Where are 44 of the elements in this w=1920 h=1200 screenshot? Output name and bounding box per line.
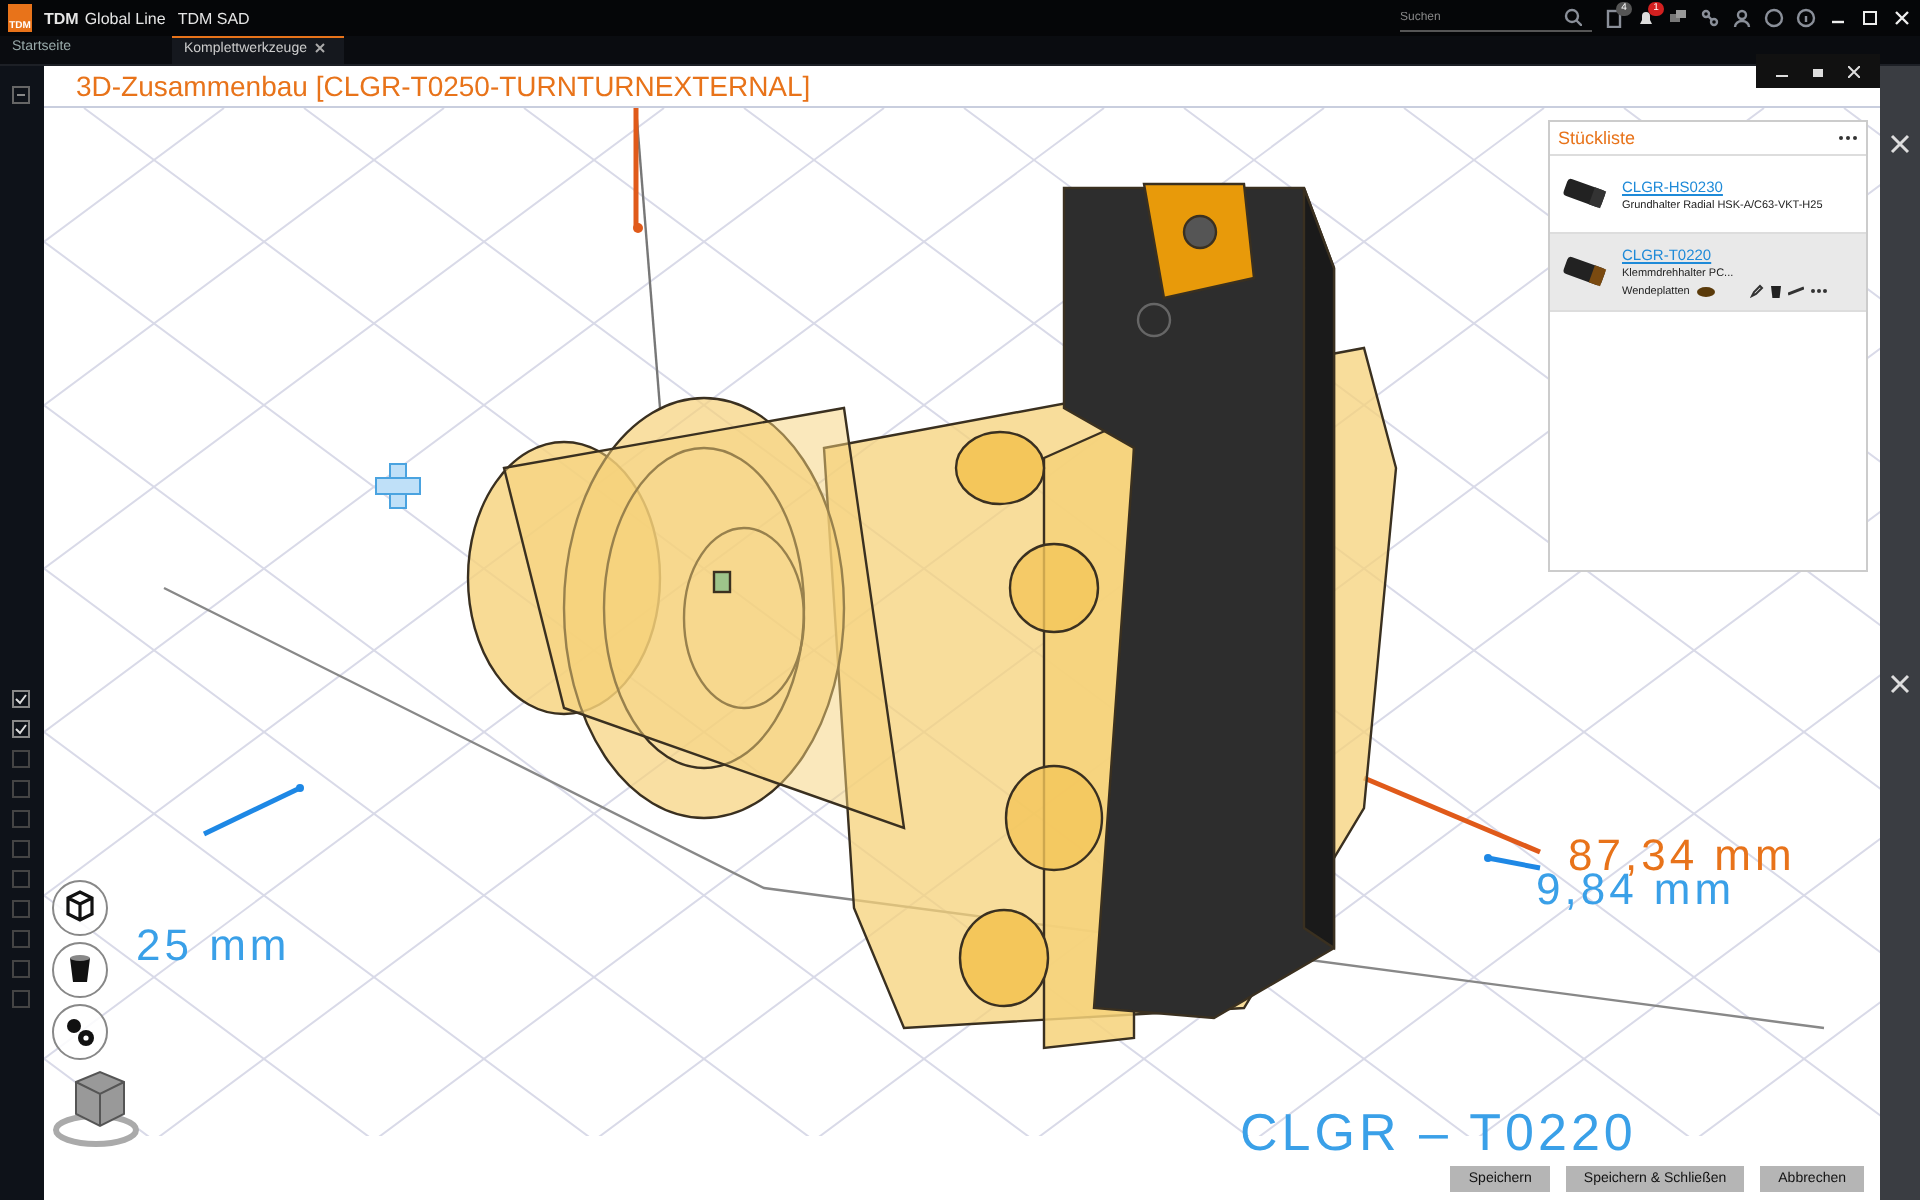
more-icon[interactable]: [1809, 288, 1828, 294]
checkbox[interactable]: [12, 780, 30, 798]
connection-icon[interactable]: [1700, 8, 1720, 28]
checkbox[interactable]: [12, 810, 30, 828]
search-icon[interactable]: [1564, 8, 1582, 26]
checkbox[interactable]: [12, 840, 30, 858]
bucket-button[interactable]: [52, 942, 108, 998]
user-icon[interactable]: [1732, 8, 1752, 28]
checkbox[interactable]: [12, 750, 30, 768]
wireframe-cube-button[interactable]: [52, 880, 108, 936]
dimension-label: 25 mm: [136, 924, 291, 968]
restore-icon[interactable]: [1812, 65, 1824, 77]
checkbox[interactable]: [12, 900, 30, 918]
bell-icon[interactable]: [1636, 8, 1656, 28]
dimension-label: 87,34 mm: [1568, 834, 1796, 878]
maximize-icon[interactable]: [1860, 8, 1880, 28]
collapse-icon[interactable]: [12, 86, 30, 104]
move-handle-icon[interactable]: [372, 460, 424, 512]
checkbox[interactable]: [12, 720, 30, 738]
more-icon[interactable]: [1838, 134, 1858, 142]
brand-name: TDM: [44, 9, 79, 27]
dimension-line: [633, 108, 643, 233]
module-name: TDM SAD: [177, 9, 250, 27]
pencil-icon[interactable]: [1749, 284, 1764, 298]
checkbox[interactable]: [12, 990, 30, 1008]
gears-button[interactable]: [52, 1004, 108, 1060]
close-icon[interactable]: [314, 42, 327, 54]
ruler-icon[interactable]: [1787, 286, 1804, 296]
clipboard-icon[interactable]: [1604, 8, 1624, 28]
chat-icon[interactable]: [1668, 8, 1688, 28]
product-name: Global Line: [84, 9, 166, 27]
checkbox[interactable]: [12, 930, 30, 948]
checkbox[interactable]: [12, 870, 30, 888]
dimension-line: [202, 784, 304, 837]
checkbox[interactable]: [12, 690, 30, 708]
info-icon[interactable]: [1796, 8, 1816, 28]
component-label: CLGR – T0220: [1240, 1106, 1637, 1158]
trash-icon[interactable]: [1769, 284, 1782, 298]
insert-icon: [1695, 285, 1716, 297]
help-icon[interactable]: [1764, 8, 1784, 28]
dialog-title: 3D-Zusammenbau [CLGR-T0250-TURNTURNEXTERNAL]: [74, 68, 813, 102]
wireframe-cube-icon: [60, 888, 100, 928]
panel-title: Stückliste: [1558, 128, 1636, 148]
checkbox[interactable]: [12, 960, 30, 978]
